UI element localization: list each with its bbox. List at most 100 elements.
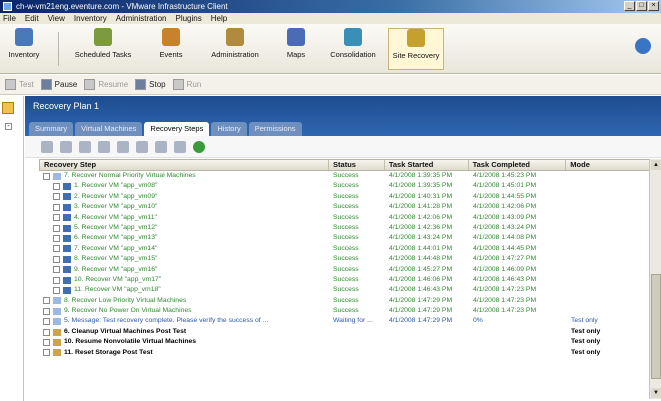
- tab-summary[interactable]: Summary: [29, 122, 74, 136]
- expand-toggle-icon[interactable]: [53, 214, 60, 222]
- table-row[interactable]: 5. Message: Test recovery complete. Plea…: [39, 316, 652, 326]
- steps-toolbar: [25, 136, 661, 158]
- table-row[interactable]: 9. Recover No Power On Virtual Machines S…: [39, 306, 652, 316]
- vertical-scrollbar[interactable]: ▲ ▼: [649, 159, 661, 399]
- expand-toggle-icon[interactable]: [53, 286, 60, 294]
- scroll-thumb[interactable]: [651, 274, 661, 379]
- menu-view[interactable]: View: [48, 13, 65, 24]
- step-label: 8. Recover VM "app_vm15": [74, 255, 158, 263]
- scheduled-tasks-button[interactable]: Scheduled Tasks: [66, 28, 140, 70]
- scheduled-tasks-label: Scheduled Tasks: [74, 50, 132, 59]
- expand-toggle-icon[interactable]: [53, 224, 60, 232]
- inventory-button[interactable]: Inventory: [4, 28, 44, 70]
- table-row[interactable]: 3. Recover VM "app_vm10" Success 4/1/2008 …: [39, 202, 652, 212]
- edit-icon[interactable]: [98, 140, 110, 153]
- expand-toggle-icon[interactable]: [43, 318, 50, 326]
- expand-toggle-icon[interactable]: [43, 172, 50, 180]
- col-task-started[interactable]: Task Started: [385, 160, 469, 170]
- tree-expander[interactable]: -: [5, 123, 12, 130]
- menu-inventory[interactable]: Inventory: [74, 13, 107, 24]
- menu-plugins[interactable]: Plugins: [175, 13, 201, 24]
- status-cell: [329, 327, 385, 337]
- menu-edit[interactable]: Edit: [25, 13, 39, 24]
- mode-cell: [567, 202, 652, 212]
- run-button[interactable]: Run: [172, 79, 201, 90]
- expand-toggle-icon[interactable]: [53, 276, 60, 284]
- menu-administration[interactable]: Administration: [116, 13, 167, 24]
- table-row[interactable]: 4. Recover VM "app_vm11" Success 4/1/2008 …: [39, 213, 652, 223]
- table-row[interactable]: 11. Reset Storage Post Test Test only: [39, 348, 652, 358]
- task-completed-cell: 4/1/2008 1:42:06 PM: [473, 203, 537, 211]
- consolidation-button[interactable]: Consolidation: [322, 28, 384, 70]
- table-row[interactable]: 10. Recover VM "app_vm17" Success 4/1/2008…: [39, 275, 652, 285]
- consolidation-label: Consolidation: [330, 50, 376, 59]
- up-icon[interactable]: [136, 140, 148, 153]
- status-cell: [329, 348, 385, 358]
- tab-history[interactable]: History: [211, 122, 247, 136]
- table-row[interactable]: 10. Resume Nonvolatile Virtual Machines T…: [39, 337, 652, 347]
- table-row[interactable]: 7. Recover Normal Priority Virtual Machi…: [39, 171, 652, 181]
- expand-toggle-icon[interactable]: [53, 245, 60, 253]
- site-recovery-button[interactable]: Site Recovery: [388, 28, 444, 70]
- menu-file[interactable]: File: [3, 13, 16, 24]
- expand-icon[interactable]: [41, 140, 53, 153]
- maximize-button[interactable]: □: [636, 1, 647, 11]
- menu-help[interactable]: Help: [211, 13, 227, 24]
- task-started-cell: 4/1/2008 1:46:06 PM: [389, 275, 453, 283]
- maps-button[interactable]: Maps: [278, 28, 314, 70]
- col-task-completed[interactable]: Task Completed: [469, 160, 567, 170]
- expand-toggle-icon[interactable]: [43, 307, 50, 315]
- help-icon[interactable]: [635, 38, 651, 54]
- close-button[interactable]: ×: [648, 1, 659, 11]
- test-button[interactable]: Test: [5, 79, 34, 90]
- task-completed-cell: 4/1/2008 1:47:27 PM: [473, 255, 537, 263]
- recovery-plan-node-icon[interactable]: [2, 102, 14, 114]
- col-recovery-step[interactable]: Recovery Step: [40, 160, 330, 170]
- expand-toggle-icon[interactable]: [53, 255, 60, 263]
- tab-recovery-steps[interactable]: Recovery Steps: [144, 122, 210, 136]
- table-row[interactable]: 6. Cleanup Virtual Machines Post Test Tes…: [39, 327, 652, 337]
- table-row[interactable]: 5. Recover VM "app_vm12" Success 4/1/2008 …: [39, 223, 652, 233]
- props-icon[interactable]: [174, 140, 186, 153]
- step-label: 5. Message: Test recovery complete. Plea…: [64, 317, 269, 325]
- vm-icon: [63, 245, 71, 253]
- col-mode[interactable]: Mode: [566, 160, 652, 170]
- expand-toggle-icon[interactable]: [43, 297, 50, 305]
- tab-permissions[interactable]: Permissions: [248, 122, 302, 136]
- minimize-button[interactable]: _: [624, 1, 635, 11]
- tab-virtual-machines[interactable]: Virtual Machines: [75, 122, 143, 136]
- table-row[interactable]: 9. Recover VM "app_vm16" Success 4/1/2008 …: [39, 265, 652, 275]
- table-row[interactable]: 2. Recover VM "app_vm09" Success 4/1/2008 …: [39, 192, 652, 202]
- expand-toggle-icon[interactable]: [43, 328, 50, 336]
- table-row[interactable]: 6. Recover VM "app_vm13" Success 4/1/2008 …: [39, 233, 652, 243]
- task-completed-cell: [469, 337, 567, 347]
- table-row[interactable]: 11. Recover VM "app_vm18" Success 4/1/2008…: [39, 285, 652, 295]
- run-icon[interactable]: [193, 140, 205, 153]
- table-row[interactable]: 7. Recover VM "app_vm14" Success 4/1/2008 …: [39, 244, 652, 254]
- mode-cell: Test only: [571, 348, 601, 356]
- step-label: 6. Recover VM "app_vm13": [74, 234, 158, 242]
- table-row[interactable]: 1. Recover VM "app_vm08" Success 4/1/2008 …: [39, 181, 652, 191]
- pause-button[interactable]: Pause: [40, 79, 77, 90]
- stop-button[interactable]: Stop: [135, 79, 166, 90]
- down-icon[interactable]: [155, 140, 167, 153]
- resume-button[interactable]: Resume: [84, 79, 128, 90]
- expand-toggle-icon[interactable]: [43, 349, 50, 357]
- add-icon[interactable]: [79, 140, 91, 153]
- table-row[interactable]: 8. Recover VM "app_vm15" Success 4/1/2008 …: [39, 254, 652, 264]
- expand-toggle-icon[interactable]: [53, 193, 60, 201]
- administration-button[interactable]: Administration: [204, 28, 266, 70]
- expand-toggle-icon[interactable]: [53, 266, 60, 274]
- col-status[interactable]: Status: [329, 160, 385, 170]
- scroll-down-icon[interactable]: ▼: [651, 388, 661, 398]
- expand-toggle-icon[interactable]: [43, 338, 50, 346]
- collapse-icon[interactable]: [60, 140, 72, 153]
- events-button[interactable]: Events: [150, 28, 192, 70]
- table-row[interactable]: 8. Recover Low Priority Virtual Machines…: [39, 296, 652, 306]
- expand-toggle-icon[interactable]: [53, 235, 60, 243]
- scroll-up-icon[interactable]: ▲: [651, 160, 661, 170]
- expand-toggle-icon[interactable]: [53, 203, 60, 211]
- vm-icon: [63, 203, 71, 211]
- delete-icon[interactable]: [117, 140, 129, 153]
- expand-toggle-icon[interactable]: [53, 183, 60, 191]
